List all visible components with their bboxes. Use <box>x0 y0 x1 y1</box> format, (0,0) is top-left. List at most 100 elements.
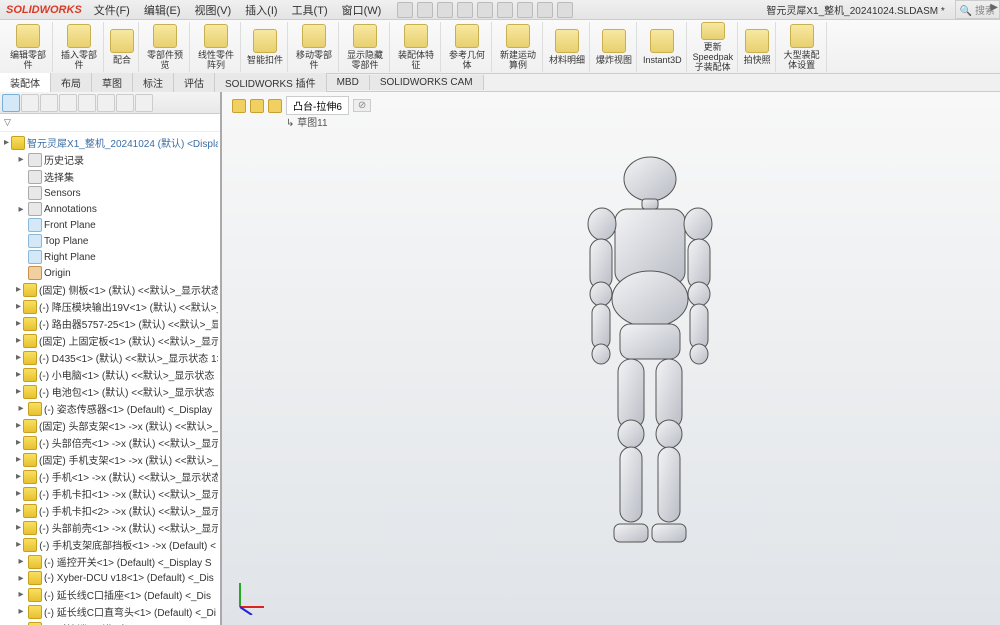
ribbon-0[interactable]: 编辑零部件 <box>4 22 53 72</box>
tree-item[interactable]: ▸(-) 头部倍壳<1> ->x (默认) <<默认>_显示状态 1> <box>2 434 218 451</box>
home-icon[interactable] <box>397 2 413 18</box>
ribbon-16[interactable]: 大型装配体设置 <box>778 22 827 72</box>
tree-item[interactable]: ▸历史记录 <box>2 151 218 168</box>
ribbon-15[interactable]: 拍快照 <box>740 22 776 72</box>
tab-7[interactable]: SOLIDWORKS CAM <box>370 75 484 90</box>
tab-6[interactable]: MBD <box>327 75 370 90</box>
breadcrumb-sub[interactable]: ↳ 草图11 <box>286 114 328 129</box>
tree-item[interactable]: ▸(-) 延长线C口直弯头<1> (Default) <_Di <box>2 603 218 620</box>
tree-item[interactable]: ▸(固定) 上固定板<1> (默认) <<默认>_显示状态 <box>2 332 218 349</box>
tree-item[interactable]: ▸(-) 手机<1> ->x (默认) <<默认>_显示状态 1> <box>2 468 218 485</box>
tree-item[interactable]: ▸(-) 遥控开关<1> (Default) <_Display S <box>2 553 218 570</box>
tree-item-icon <box>28 250 42 264</box>
print-icon[interactable] <box>477 2 493 18</box>
ribbon-icon <box>790 24 814 48</box>
tree-item[interactable]: Top Plane <box>2 233 218 249</box>
ribbon-13[interactable]: Instant3D <box>639 22 687 72</box>
menu-view[interactable]: 视图(V) <box>189 0 238 20</box>
ribbon-10[interactable]: 新建运动算例 <box>494 22 543 72</box>
ribbon-label: 移动零部件 <box>294 50 334 70</box>
tree-item[interactable]: ▸(-) 电池包<1> (默认) <<默认>_显示状态 1> <box>2 383 218 400</box>
tree-item[interactable]: ▸Annotations <box>2 201 218 217</box>
tree-item[interactable]: ▸(固定) 头部支架<1> ->x (默认) <<默认>_显示状态 <box>2 417 218 434</box>
cam-tab-icon[interactable] <box>97 94 115 112</box>
rebuild-icon[interactable] <box>537 2 553 18</box>
tree-filter[interactable]: ▽ <box>4 117 11 127</box>
menu-edit[interactable]: 编辑(E) <box>138 0 187 20</box>
breadcrumb-icon[interactable] <box>250 99 264 113</box>
tree-item[interactable]: 选择集 <box>2 168 218 185</box>
tree-item-label: (-) 手机<1> ->x (默认) <<默认>_显示状态 1> <box>39 469 218 484</box>
graphics-viewport[interactable]: 凸台-拉伸6 ⊘ ↳ 草图11 <box>222 92 1000 625</box>
select-icon[interactable] <box>517 2 533 18</box>
config-tab-icon[interactable] <box>40 94 58 112</box>
tree-item[interactable]: Right Plane <box>2 249 218 265</box>
feature-manager-panel: ▶ ▽ ▸ 智元灵犀X1_整机_20241024 (默认) <Display S… <box>0 92 222 625</box>
tree-item[interactable]: ▸(-) 手机支架底部挡板<1> ->x (Default) < <box>2 536 218 553</box>
tree-item[interactable]: ▸(-) 对接端子2进8出<1> (Default) <_Dis <box>2 620 218 625</box>
ribbon-label: 爆炸视图 <box>596 55 632 65</box>
model-preview <box>560 149 740 569</box>
ribbon-label: 拍快照 <box>744 55 771 65</box>
tree-item[interactable]: Front Plane <box>2 217 218 233</box>
ribbon-14[interactable]: 更新Speedpak子装配体 <box>689 22 738 72</box>
breadcrumb-close-icon[interactable]: ⊘ <box>353 99 371 112</box>
panel-overflow-icon[interactable]: ▶ <box>990 2 998 13</box>
menu-window[interactable]: 窗口(W) <box>336 0 388 20</box>
ribbon-toolbar: 编辑零部件插入零部件配合零部件预览线性零件阵列智能扣件移动零部件显示隐藏零部件装… <box>0 20 1000 74</box>
tree-item[interactable]: ▸(-) 小电脑<1> (默认) <<默认>_显示状态 1> <box>2 366 218 383</box>
dimxpert-tab-icon[interactable] <box>59 94 77 112</box>
tab-4[interactable]: 评估 <box>174 73 215 92</box>
breadcrumb-feature[interactable]: 凸台-拉伸6 <box>286 96 349 115</box>
breadcrumb-icon[interactable] <box>268 99 282 113</box>
tree-item[interactable]: ▸(固定) 侧板<1> (默认) <<默认>_显示状态 1> <box>2 281 218 298</box>
breadcrumb-icon[interactable] <box>232 99 246 113</box>
menu-file[interactable]: 文件(F) <box>88 0 136 20</box>
tree-item[interactable]: ▸(-) 延长线C口插座<1> (Default) <_Dis <box>2 586 218 603</box>
tree-item[interactable]: ▸(-) D435<1> (默认) <<默认>_显示状态 1> <box>2 349 218 366</box>
tree-item[interactable]: ▸(-) 手机卡扣<2> ->x (默认) <<默认>_显示状态 1> <box>2 502 218 519</box>
ribbon-11[interactable]: 材料明细 <box>545 22 590 72</box>
ribbon-5[interactable]: 智能扣件 <box>243 22 288 72</box>
property-tab-icon[interactable] <box>21 94 39 112</box>
options-icon[interactable] <box>557 2 573 18</box>
tree-item[interactable]: ▸(固定) 手机支架<1> ->x (默认) <<默认>_显示状态 <box>2 451 218 468</box>
tab-0[interactable]: 装配体 <box>0 73 51 92</box>
ribbon-12[interactable]: 爆炸视图 <box>592 22 637 72</box>
open-icon[interactable] <box>437 2 453 18</box>
ribbon-8[interactable]: 装配体特征 <box>392 22 441 72</box>
display-tab-icon[interactable] <box>78 94 96 112</box>
tree-item[interactable]: ▸(-) Xyber-DCU v18<1> (Default) <_Dis <box>2 570 218 586</box>
tree-item-icon <box>23 283 37 297</box>
ribbon-4[interactable]: 线性零件阵列 <box>192 22 241 72</box>
tree-item-label: 选择集 <box>44 169 74 184</box>
view-triad[interactable] <box>232 575 272 615</box>
save-icon[interactable] <box>457 2 473 18</box>
tree-item[interactable]: Sensors <box>2 185 218 201</box>
tree-item[interactable]: ▸(-) 姿态传感器<1> (Default) <_Display <box>2 400 218 417</box>
feature-tree-tab-icon[interactable] <box>2 94 20 112</box>
tree-item[interactable]: ▸(-) 头部前壳<1> ->x (默认) <<默认>_显示状态 1> <box>2 519 218 536</box>
tab-2[interactable]: 草图 <box>92 73 133 92</box>
ribbon-6[interactable]: 移动零部件 <box>290 22 339 72</box>
menu-insert[interactable]: 插入(I) <box>239 0 283 20</box>
tree-item[interactable]: ▸(-) 降压模块输出19V<1> (默认) <<默认>_显示状 <box>2 298 218 315</box>
ribbon-2[interactable]: 配合 <box>106 22 139 72</box>
tree-item-icon <box>23 538 37 552</box>
cam-op-tab-icon[interactable] <box>116 94 134 112</box>
tree-root[interactable]: ▸ 智元灵犀X1_整机_20241024 (默认) <Display State <box>2 134 218 151</box>
cam-tool-tab-icon[interactable] <box>135 94 153 112</box>
ribbon-9[interactable]: 参考几何体 <box>443 22 492 72</box>
tree-item[interactable]: ▸(-) 手机卡扣<1> ->x (默认) <<默认>_显示状态 1> <box>2 485 218 502</box>
tab-3[interactable]: 标注 <box>133 73 174 92</box>
ribbon-3[interactable]: 零部件预览 <box>141 22 190 72</box>
tab-1[interactable]: 布局 <box>51 73 92 92</box>
ribbon-7[interactable]: 显示隐藏零部件 <box>341 22 390 72</box>
undo-icon[interactable] <box>497 2 513 18</box>
ribbon-1[interactable]: 插入零部件 <box>55 22 104 72</box>
tree-item[interactable]: Origin <box>2 265 218 281</box>
new-icon[interactable] <box>417 2 433 18</box>
tree-item[interactable]: ▸(-) 路由器5757-25<1> (默认) <<默认>_显示状态 <box>2 315 218 332</box>
tab-5[interactable]: SOLIDWORKS 插件 <box>215 73 327 92</box>
menu-tools[interactable]: 工具(T) <box>286 0 334 20</box>
